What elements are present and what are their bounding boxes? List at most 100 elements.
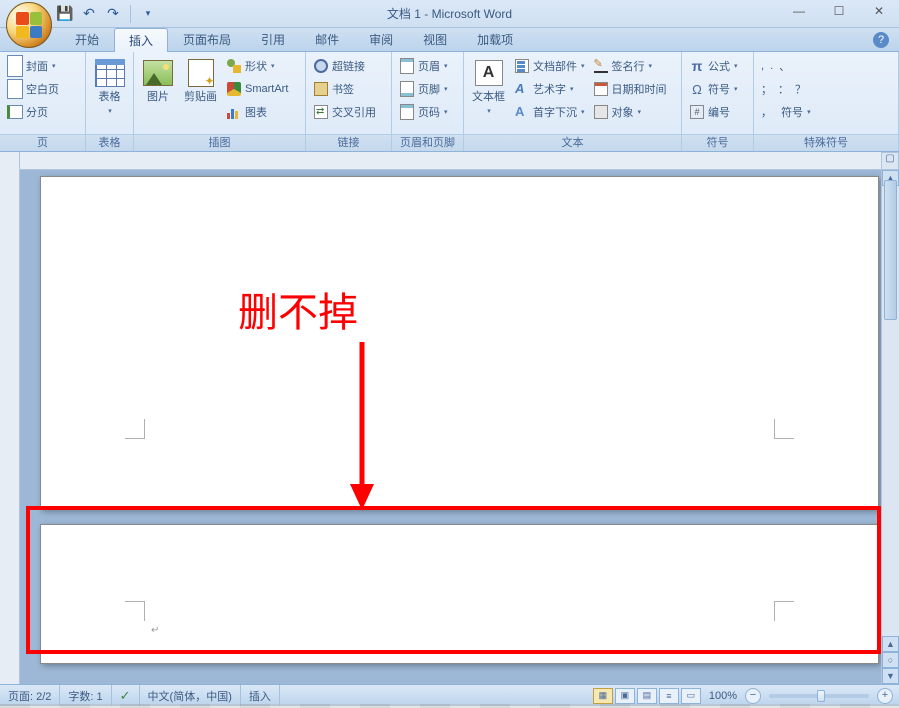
object-button[interactable]: 对象▾ bbox=[590, 101, 670, 123]
status-mode-label: 插入 bbox=[249, 688, 271, 704]
status-mode[interactable]: 插入 bbox=[241, 685, 280, 706]
smartart-icon bbox=[226, 81, 242, 97]
page-1[interactable] bbox=[40, 176, 879, 510]
bookmark-icon bbox=[313, 81, 329, 97]
equation-button[interactable]: π公式▾ bbox=[686, 55, 741, 77]
special-more-button[interactable]: ， 符号▾ bbox=[758, 101, 814, 123]
title-bar: 💾 ↶ ↷ ▾ 文档 1 - Microsoft Word — ☐ ✕ bbox=[0, 0, 899, 28]
tab-addins[interactable]: 加载项 bbox=[462, 27, 528, 51]
vertical-scrollbar[interactable]: ▲ ▲ ○ ▼ bbox=[881, 170, 899, 684]
special-row2[interactable]: ；：？ bbox=[758, 78, 814, 100]
tab-view[interactable]: 视图 bbox=[408, 27, 462, 51]
quick-access-toolbar: 💾 ↶ ↷ ▾ bbox=[56, 5, 157, 23]
shapes-label: 形状 bbox=[245, 58, 267, 74]
zoom-in-button[interactable]: + bbox=[877, 688, 893, 704]
next-page-button[interactable]: ▼ bbox=[882, 668, 899, 684]
tab-home[interactable]: 开始 bbox=[60, 27, 114, 51]
datetime-icon bbox=[593, 81, 609, 97]
ribbon-tabs: 开始 插入 页面布局 引用 邮件 审阅 视图 加载项 ? bbox=[0, 28, 899, 52]
cover-page-button[interactable]: 封面▾ bbox=[4, 55, 62, 77]
group-special-label: 特殊符号 bbox=[754, 134, 898, 151]
picture-label: 图片 bbox=[147, 91, 169, 104]
signature-label: 签名行 bbox=[612, 58, 645, 74]
special-row1[interactable]: ,.、 bbox=[758, 55, 814, 77]
tab-review[interactable]: 审阅 bbox=[354, 27, 408, 51]
bookmark-button[interactable]: 书签 bbox=[310, 78, 379, 100]
zoom-value[interactable]: 100% bbox=[709, 690, 737, 702]
save-icon[interactable]: 💾 bbox=[56, 5, 74, 23]
number-icon: # bbox=[689, 104, 705, 120]
blank-page-button[interactable]: 空白页 bbox=[4, 78, 62, 100]
maximize-button[interactable]: ☐ bbox=[819, 0, 859, 22]
ruler-toggle-button[interactable]: ▢ bbox=[881, 152, 899, 170]
qat-customize-icon[interactable]: ▾ bbox=[139, 5, 157, 23]
textbox-button[interactable]: A文本框▾ bbox=[468, 55, 509, 120]
tab-mailings[interactable]: 邮件 bbox=[300, 27, 354, 51]
view-fullscreen-button[interactable]: ▣ bbox=[615, 688, 635, 704]
zoom-slider[interactable] bbox=[769, 694, 869, 698]
header-button[interactable]: 页眉▾ bbox=[396, 55, 451, 77]
equation-icon: π bbox=[689, 58, 705, 74]
textbox-label: 文本框 bbox=[472, 91, 505, 103]
minimize-button[interactable]: — bbox=[779, 0, 819, 22]
smartart-button[interactable]: SmartArt bbox=[223, 78, 291, 100]
pagenum-button[interactable]: 页码▾ bbox=[396, 101, 451, 123]
wordart-button[interactable]: A艺术字▾ bbox=[511, 78, 588, 100]
status-words[interactable]: 字数: 1 bbox=[60, 685, 111, 706]
tab-insert[interactable]: 插入 bbox=[114, 28, 168, 52]
status-language[interactable]: 中文(简体，中国) bbox=[140, 685, 241, 706]
page-break-label: 分页 bbox=[26, 104, 48, 120]
equation-label: 公式 bbox=[708, 58, 730, 74]
crossref-button[interactable]: 交叉引用 bbox=[310, 101, 379, 123]
clipart-icon bbox=[185, 57, 217, 89]
smartart-label: SmartArt bbox=[245, 83, 288, 95]
shapes-icon bbox=[226, 58, 242, 74]
signature-button[interactable]: 签名行▾ bbox=[590, 55, 670, 77]
tab-layout[interactable]: 页面布局 bbox=[168, 27, 246, 51]
datetime-label: 日期和时间 bbox=[612, 81, 667, 97]
office-button[interactable] bbox=[6, 2, 52, 48]
zoom-out-button[interactable]: − bbox=[745, 688, 761, 704]
view-draft-button[interactable]: ▭ bbox=[681, 688, 701, 704]
table-button[interactable]: 表格▾ bbox=[90, 55, 129, 120]
number-button[interactable]: #编号 bbox=[686, 101, 741, 123]
view-web-button[interactable]: ▤ bbox=[637, 688, 657, 704]
page-break-icon bbox=[7, 104, 23, 120]
status-page[interactable]: 页面: 2/2 bbox=[0, 685, 60, 706]
number-label: 编号 bbox=[708, 104, 730, 120]
help-icon[interactable]: ? bbox=[873, 32, 889, 48]
scroll-thumb[interactable] bbox=[884, 180, 897, 320]
wordart-label: 艺术字 bbox=[533, 81, 566, 97]
group-tables-label: 表格 bbox=[86, 134, 133, 151]
clipart-label: 剪贴画 bbox=[184, 91, 217, 104]
parts-button[interactable]: 文档部件▾ bbox=[511, 55, 588, 77]
page-break-button[interactable]: 分页 bbox=[4, 101, 62, 123]
document-scroll[interactable]: ▢ ↵ 删不掉 ▲ ▲ ○ ▼ bbox=[20, 152, 899, 684]
dropcap-button[interactable]: A首字下沉▾ bbox=[511, 101, 588, 123]
chart-button[interactable]: 图表 bbox=[223, 101, 291, 123]
vertical-ruler[interactable] bbox=[0, 152, 20, 684]
undo-icon[interactable]: ↶ bbox=[80, 5, 98, 23]
view-outline-button[interactable]: ≡ bbox=[659, 688, 679, 704]
status-proof[interactable]: ✓ bbox=[112, 685, 140, 706]
redo-icon[interactable]: ↷ bbox=[104, 5, 122, 23]
shapes-button[interactable]: 形状▾ bbox=[223, 55, 291, 77]
picture-button[interactable]: 图片 bbox=[138, 55, 178, 106]
annotation-arrow-icon bbox=[350, 342, 390, 512]
signature-icon bbox=[593, 58, 609, 74]
hyperlink-button[interactable]: 超链接 bbox=[310, 55, 379, 77]
group-text-label: 文本 bbox=[464, 134, 681, 151]
view-print-layout-button[interactable]: ▦ bbox=[593, 688, 613, 704]
tab-references[interactable]: 引用 bbox=[246, 27, 300, 51]
browse-object-button[interactable]: ○ bbox=[882, 652, 899, 668]
wordart-icon: A bbox=[514, 81, 530, 97]
zoom-slider-knob[interactable] bbox=[817, 690, 825, 702]
prev-page-button[interactable]: ▲ bbox=[882, 636, 899, 652]
close-button[interactable]: ✕ bbox=[859, 0, 899, 22]
symbol-button[interactable]: Ω符号▾ bbox=[686, 78, 741, 100]
horizontal-ruler[interactable] bbox=[20, 152, 899, 170]
footer-button[interactable]: 页脚▾ bbox=[396, 78, 451, 100]
datetime-button[interactable]: 日期和时间 bbox=[590, 78, 670, 100]
clipart-button[interactable]: 剪贴画 bbox=[180, 55, 221, 106]
group-links-label: 链接 bbox=[306, 134, 391, 151]
